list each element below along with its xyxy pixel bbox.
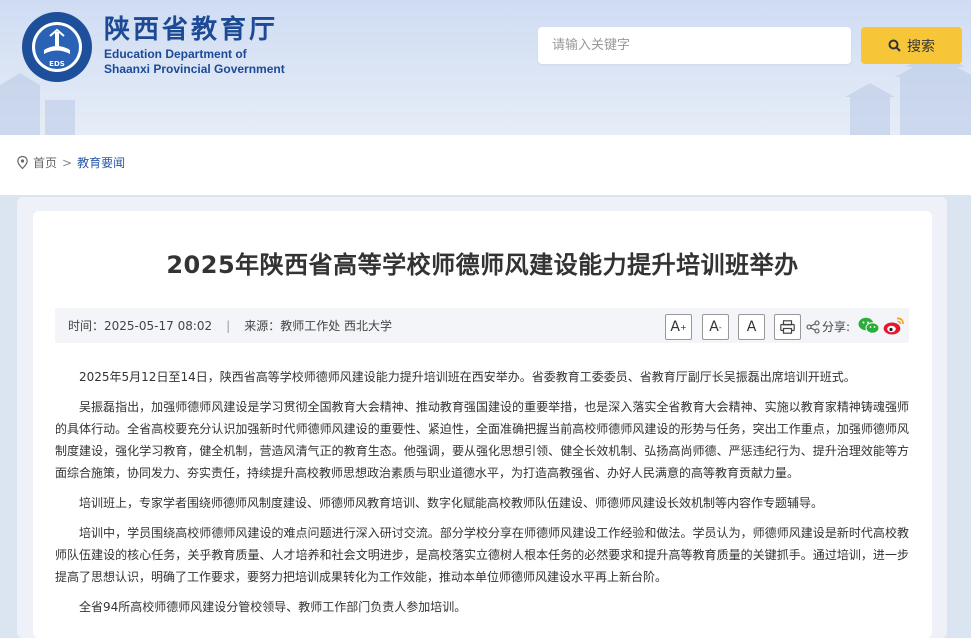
site-title-en-line1: Education Department of: [104, 47, 247, 61]
breadcrumb: 首页 > 教育要闻: [17, 154, 125, 171]
font-size-medium-button[interactable]: A-: [702, 314, 729, 340]
share-area: 分享:: [806, 318, 850, 335]
minus-mark-icon: -: [718, 322, 722, 332]
plus-mark-icon: +: [679, 322, 687, 332]
search-button-label: 搜索: [907, 38, 935, 55]
breadcrumb-current-link[interactable]: 教育要闻: [77, 154, 125, 171]
article-paragraph: 培训中，学员围绕高校师德师风建设的难点问题进行深入研讨交流。部分学校分享在师德师…: [55, 526, 909, 584]
source-value: 教师工作处 西北大学: [280, 319, 393, 333]
breadcrumb-separator: >: [62, 155, 73, 170]
emblem-icon: EDS: [22, 12, 92, 82]
time-label: 时间：: [68, 319, 105, 333]
meta-divider: |: [226, 318, 231, 333]
site-logo[interactable]: EDS 陕西省教育厅 Education Department of Shaan…: [22, 12, 285, 82]
site-title-cn: 陕西省教育厅: [104, 15, 279, 45]
weibo-icon[interactable]: [883, 316, 905, 336]
breadcrumb-home-link[interactable]: 首页: [33, 154, 57, 171]
article-paragraph: 全省94所高校师德师风建设分管校领导、教师工作部门负责人参加培训。: [79, 600, 467, 614]
site-header: EDS 陕西省教育厅 Education Department of Shaan…: [0, 0, 971, 135]
share-icon: [806, 319, 820, 334]
search-button[interactable]: 搜索: [861, 27, 962, 64]
article-paragraph: 吴振磊指出，加强师德师风建设是学习贯彻全国教育大会精神、推动教育强国建设的重要举…: [55, 400, 909, 480]
source-label: 来源：: [244, 319, 281, 333]
search-input[interactable]: [538, 27, 851, 64]
breadcrumb-bar: [0, 135, 971, 195]
article-meta: 时间： 2025-05-17 08:02 | 来源： 教师工作处 西北大学: [68, 317, 392, 334]
article-paragraph: 培训班上，专家学者围绕师德师风制度建设、师德师风教育培训、数字化赋能高校教师队伍…: [79, 496, 824, 510]
font-size-default-button[interactable]: A: [738, 314, 765, 340]
location-pin-icon: [17, 156, 28, 169]
search-icon: [888, 39, 901, 52]
wechat-icon[interactable]: [858, 317, 880, 335]
time-value: 2025-05-17 08:02: [104, 318, 213, 333]
printer-icon: [780, 320, 795, 334]
site-title-en-line2: Shaanxi Provincial Government: [104, 62, 285, 76]
article-paragraph: 2025年5月12日至14日，陕西省高等学校师德师风建设能力提升培训班在西安举办…: [79, 370, 856, 384]
article-body: 2025年5月12日至14日，陕西省高等学校师德师风建设能力提升培训班在西安举办…: [55, 366, 909, 626]
article-title: 2025年陕西省高等学校师德师风建设能力提升培训班举办: [166, 251, 799, 279]
font-size-large-button[interactable]: A +: [665, 314, 692, 340]
share-label: 分享:: [822, 320, 851, 334]
print-button[interactable]: [774, 314, 801, 340]
emblem-label: EDS: [49, 60, 65, 68]
